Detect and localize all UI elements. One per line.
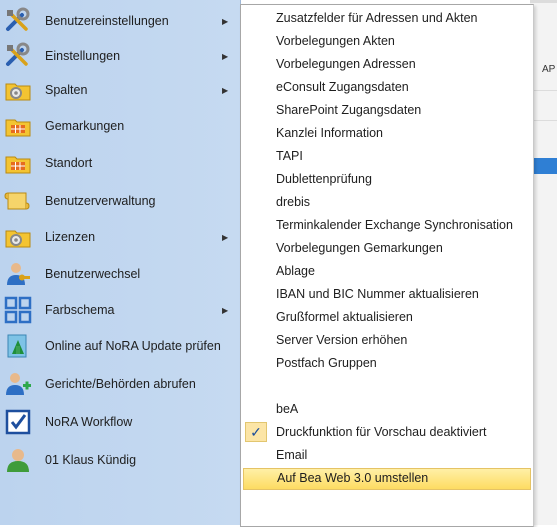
submenu-item-label: beA xyxy=(276,402,299,416)
submenu-item-druckfunktion[interactable]: ✓ Druckfunktion für Vorschau deaktiviert xyxy=(241,422,533,444)
menu-item-label: Benutzerwechsel xyxy=(45,267,141,281)
menu-item-standort[interactable]: Standort xyxy=(0,146,240,180)
update-icon xyxy=(3,331,33,361)
menu-item-label: Benutzerverwaltung xyxy=(45,194,156,208)
submenu-arrow-icon: ▶ xyxy=(222,16,229,26)
submenu-arrow-icon: ▶ xyxy=(222,51,229,61)
menu-item-nora-workflow[interactable]: NoRA Workflow xyxy=(0,405,240,439)
folder-grid-icon xyxy=(3,111,33,141)
menu-item-gemarkungen[interactable]: Gemarkungen xyxy=(0,109,240,143)
submenu-item-label: Druckfunktion für Vorschau deaktiviert xyxy=(276,425,487,439)
menu-item-label: Farbschema xyxy=(45,303,115,317)
submenu-item-drebis[interactable]: drebis xyxy=(241,192,533,214)
submenu-item-label: IBAN und BIC Nummer aktualisieren xyxy=(276,287,479,301)
submenu-item-label: Vorbelegungen Adressen xyxy=(276,57,416,71)
menu-item-benutzereinstellungen[interactable]: Benutzereinstellungen ▶ xyxy=(0,4,240,38)
menu-item-label: NoRA Workflow xyxy=(45,415,133,429)
user-icon xyxy=(3,445,33,475)
submenu-item-label: Zusatzfelder für Adressen und Akten xyxy=(276,11,478,25)
submenu-item-label: Auf Bea Web 3.0 umstellen xyxy=(277,471,429,485)
submenu-item-vorbelegungen-akten[interactable]: Vorbelegungen Akten xyxy=(241,31,533,53)
submenu-item-label: Kanzlei Information xyxy=(276,126,384,140)
submenu-item-label: eConsult Zugangsdaten xyxy=(276,80,409,94)
workflow-check-icon xyxy=(3,407,33,437)
submenu-arrow-icon: ▶ xyxy=(222,232,229,242)
submenu-item-ablage[interactable]: Ablage xyxy=(241,261,533,283)
menu-item-label: Spalten xyxy=(45,83,88,97)
submenu-arrow-icon: ▶ xyxy=(222,85,229,95)
menu-item-nora-update[interactable]: Online auf NoRA Update prüfen xyxy=(0,329,240,363)
submenu-item-label: Email xyxy=(276,448,308,462)
submenu-item-label: Ablage xyxy=(276,264,315,278)
menu-item-label: Einstellungen xyxy=(45,49,121,63)
menu-item-benutzerwechsel[interactable]: Benutzerwechsel xyxy=(0,257,240,291)
submenu-item-label: drebis xyxy=(276,195,311,209)
color-scheme-icon xyxy=(3,295,33,325)
checkmark-icon: ✓ xyxy=(245,422,267,442)
background-selected-row xyxy=(530,158,557,174)
background-app-window: AP xyxy=(530,0,557,525)
menu-item-label: 01 Klaus Kündig xyxy=(45,453,137,467)
submenu-item-label: Grußformel aktualisieren xyxy=(276,310,413,324)
submenu-item-vorbelegungen-adressen[interactable]: Vorbelegungen Adressen xyxy=(241,54,533,76)
menu-item-label: Online auf NoRA Update prüfen xyxy=(45,339,221,353)
submenu-item-tapi[interactable]: TAPI xyxy=(241,146,533,168)
submenu-item-label: Server Version erhöhen xyxy=(276,333,408,347)
menu-item-einstellungen[interactable]: Einstellungen ▶ xyxy=(0,39,240,73)
submenu-item-bea[interactable]: beA xyxy=(241,399,533,421)
submenu-item-vorbelegungen-gemarkungen[interactable]: Vorbelegungen Gemarkungen xyxy=(241,238,533,260)
submenu-item-label: Terminkalender Exchange Synchronisation xyxy=(276,218,513,232)
menu-item-label: Gemarkungen xyxy=(45,119,125,133)
submenu-item-label: Vorbelegungen Akten xyxy=(276,34,395,48)
submenu-arrow-icon: ▶ xyxy=(222,305,229,315)
submenu-item-server-version[interactable]: Server Version erhöhen xyxy=(241,330,533,352)
tools-icon xyxy=(3,41,33,71)
menu-item-farbschema[interactable]: Farbschema ▶ xyxy=(0,293,240,327)
submenu-item-terminkalender-exchange[interactable]: Terminkalender Exchange Synchronisation xyxy=(241,215,533,237)
menu-item-label: Benutzereinstellungen xyxy=(45,14,169,28)
submenu-item-econsult[interactable]: eConsult Zugangsdaten xyxy=(241,77,533,99)
user-key-icon xyxy=(3,259,33,289)
submenu-item-zusatzfelder[interactable]: Zusatzfelder für Adressen und Akten xyxy=(241,8,533,30)
benutzereinstellungen-submenu: Zusatzfelder für Adressen und Akten Vorb… xyxy=(240,4,534,527)
submenu-item-kanzlei-information[interactable]: Kanzlei Information xyxy=(241,123,533,145)
menu-item-benutzerverwaltung[interactable]: Benutzerverwaltung xyxy=(0,184,240,218)
menu-item-current-user[interactable]: 01 Klaus Kündig xyxy=(0,443,240,477)
submenu-item-email[interactable]: Email xyxy=(241,445,533,467)
app-menu-left: Benutzereinstellungen ▶ Einstellungen ▶ … xyxy=(0,0,241,525)
scroll-icon xyxy=(3,186,33,216)
submenu-item-grussformel[interactable]: Grußformel aktualisieren xyxy=(241,307,533,329)
menu-item-spalten[interactable]: Spalten ▶ xyxy=(0,73,240,107)
folder-gear-icon xyxy=(3,75,33,105)
background-tab-fragment: AP xyxy=(542,64,556,75)
user-add-icon xyxy=(3,369,33,399)
submenu-item-label: Dublettenprüfung xyxy=(276,172,372,186)
submenu-item-label: TAPI xyxy=(276,149,303,163)
folder-grid-icon xyxy=(3,148,33,178)
submenu-item-label: SharePoint Zugangsdaten xyxy=(276,103,422,117)
menu-item-lizenzen[interactable]: Lizenzen ▶ xyxy=(0,220,240,254)
menu-item-label: Lizenzen xyxy=(45,230,96,244)
menu-item-label: Gerichte/Behörden abrufen xyxy=(45,377,196,391)
folder-gear-icon xyxy=(3,222,33,252)
submenu-item-iban-bic[interactable]: IBAN und BIC Nummer aktualisieren xyxy=(241,284,533,306)
submenu-item-label: Postfach Gruppen xyxy=(276,356,377,370)
submenu-item-label: Vorbelegungen Gemarkungen xyxy=(276,241,443,255)
submenu-item-dublettenpruefung[interactable]: Dublettenprüfung xyxy=(241,169,533,191)
submenu-item-postfach-gruppen[interactable]: Postfach Gruppen xyxy=(241,353,533,375)
tools-icon xyxy=(3,6,33,36)
menu-item-gerichte-behoerden[interactable]: Gerichte/Behörden abrufen xyxy=(0,367,240,401)
submenu-item-bea-web-umstellen[interactable]: Auf Bea Web 3.0 umstellen xyxy=(243,468,531,490)
submenu-item-sharepoint[interactable]: SharePoint Zugangsdaten xyxy=(241,100,533,122)
menu-item-label: Standort xyxy=(45,156,93,170)
